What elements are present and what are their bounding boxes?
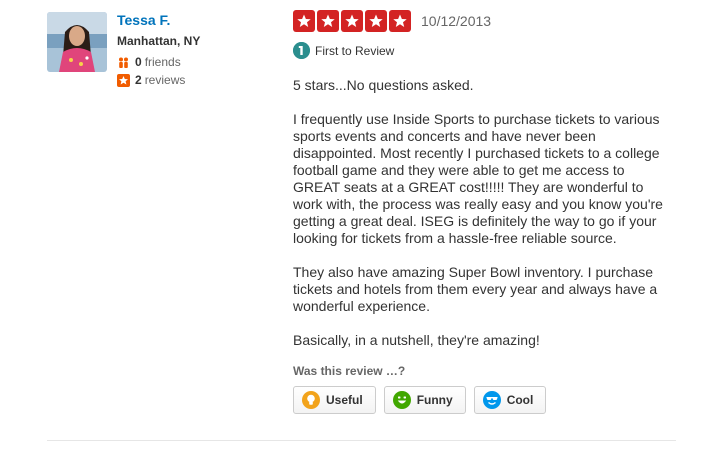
review-divider — [47, 440, 676, 441]
star-rating — [293, 10, 413, 32]
review-paragraph: Basically, in a nutshell, they're amazin… — [293, 332, 540, 348]
star-icon — [293, 10, 315, 32]
rating-row: 10/12/2013 — [293, 10, 673, 32]
sunglasses-icon — [482, 391, 501, 409]
avatar[interactable] — [47, 12, 107, 72]
friends-stat: 0 friends — [117, 55, 200, 69]
friends-label: friends — [144, 55, 181, 69]
star-icon — [389, 10, 411, 32]
user-photo — [47, 12, 107, 72]
user-name-link[interactable]: Tessa F. — [117, 12, 200, 29]
review-content: 10/12/2013 First to Review 5 stars...No … — [293, 10, 673, 414]
funny-label: Funny — [416, 393, 453, 407]
review-paragraph: 5 stars...No questions asked. — [293, 77, 474, 93]
cool-label: Cool — [506, 393, 534, 407]
lightbulb-icon — [302, 391, 320, 409]
user-info: Tessa F. Manhattan, NY 0 friends 2 revie… — [117, 12, 200, 87]
star-badge-icon — [117, 73, 130, 87]
star-icon — [317, 10, 339, 32]
friends-icon — [117, 56, 130, 69]
useful-button[interactable]: Useful — [293, 386, 376, 414]
vote-buttons: Useful Funny Cool — [293, 386, 673, 414]
user-location: Manhattan, NY — [117, 34, 201, 48]
smile-icon — [392, 391, 411, 409]
vote-prompt: Was this review …? — [293, 364, 406, 378]
first-to-review-icon — [293, 42, 310, 59]
reviews-label: reviews — [144, 73, 186, 87]
review-date: 10/12/2013 — [421, 13, 492, 29]
star-icon — [365, 10, 387, 32]
reviews-stat: 2 reviews — [117, 73, 200, 87]
useful-label: Useful — [326, 393, 363, 407]
first-to-review-badge[interactable]: First to Review — [293, 42, 673, 59]
first-to-review-label: First to Review — [315, 43, 395, 58]
review-text: 5 stars...No questions asked. I frequent… — [293, 77, 673, 349]
star-icon — [341, 10, 363, 32]
review-paragraph: They also have amazing Super Bowl invent… — [293, 264, 658, 314]
funny-button[interactable]: Funny — [383, 386, 466, 414]
cool-button[interactable]: Cool — [473, 386, 547, 414]
review-paragraph: I frequently use Inside Sports to purcha… — [293, 111, 663, 246]
friends-count: 0 — [135, 55, 142, 69]
reviews-count: 2 — [135, 73, 142, 87]
